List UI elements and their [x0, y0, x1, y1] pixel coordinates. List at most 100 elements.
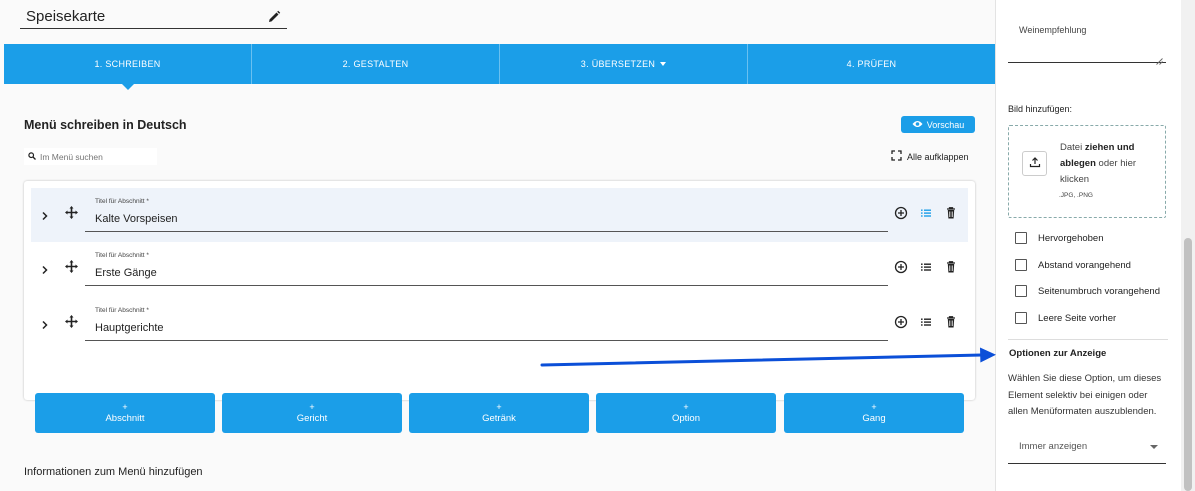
display-options-select-value: Immer anzeigen — [1019, 441, 1088, 452]
eye-icon — [912, 120, 923, 130]
preview-button[interactable]: Vorschau — [901, 116, 975, 133]
section-row: Titel für Abschnitt * Kalte Vorspeisen — [31, 188, 968, 242]
checkbox-label: Abstand vorangehend — [1038, 259, 1131, 271]
upload-button[interactable] — [1022, 151, 1047, 176]
section-title-field[interactable]: Titel für Abschnitt * Hauptgerichte — [85, 305, 888, 341]
list-icon[interactable] — [919, 315, 933, 329]
add-circle-icon[interactable] — [894, 206, 908, 220]
section-row: Titel für Abschnitt * Erste Gänge — [31, 242, 968, 296]
trash-icon[interactable] — [944, 315, 958, 329]
section-title-value: Erste Gänge — [95, 267, 157, 279]
add-option-plus: + — [683, 401, 689, 412]
menu-search — [24, 148, 157, 165]
sidebar-divider — [1008, 339, 1168, 340]
list-icon[interactable] — [919, 206, 933, 220]
editor-heading: Menü schreiben in Deutsch — [24, 118, 187, 132]
section-title-field[interactable]: Titel für Abschnitt * Erste Gänge — [85, 250, 888, 286]
chevron-right-icon[interactable] — [40, 262, 50, 275]
menu-title-field[interactable]: Speisekarte — [20, 5, 287, 29]
add-option-button[interactable]: + Option — [596, 393, 776, 433]
wine-recommendation-label: Weinempfehlung — [1019, 25, 1087, 35]
section-row: Titel für Abschnitt * Hauptgerichte — [31, 297, 968, 351]
step-navigation: 1. SCHREIBEN 2. GESTALTEN 3. ÜBERSETZEN … — [4, 44, 995, 90]
add-section-plus: + — [122, 401, 128, 412]
upload-icon — [1029, 155, 1041, 173]
dropzone-text: Datei ziehen und ablegen oder hier klick… — [1060, 140, 1160, 188]
checkbox-highlighted[interactable]: Hervorgehoben — [1015, 232, 1104, 244]
display-options-select[interactable]: Immer anzeigen — [1008, 430, 1166, 464]
tab-step-design-label: 2. GESTALTEN — [342, 59, 409, 69]
tab-step-write-label: 1. SCHREIBEN — [94, 59, 161, 69]
add-course-plus: + — [871, 401, 877, 412]
move-icon[interactable] — [64, 205, 79, 220]
section-title-label: Titel für Abschnitt * — [95, 198, 149, 205]
expand-icon — [891, 150, 902, 163]
checkbox-page-break-before[interactable]: Seitenumbruch vorangehend — [1015, 285, 1160, 297]
section-title-field[interactable]: Titel für Abschnitt * Kalte Vorspeisen — [85, 196, 888, 232]
menu-title-text: Speisekarte — [26, 8, 106, 25]
checkbox-label: Hervorgehoben — [1038, 232, 1104, 244]
add-dish-label: Gericht — [296, 412, 328, 424]
section-actions — [894, 260, 958, 274]
add-drink-button[interactable]: + Getränk — [409, 393, 589, 433]
add-circle-icon[interactable] — [894, 260, 908, 274]
expand-all-label: Alle aufklappen — [907, 151, 969, 162]
display-options-description: Wählen Sie diese Option, um dieses Eleme… — [1008, 373, 1162, 417]
tab-step-design[interactable]: 2. GESTALTEN — [252, 44, 500, 84]
tab-step-write[interactable]: 1. SCHREIBEN — [4, 44, 252, 90]
sidebar-scrollbar-thumb[interactable] — [1184, 238, 1192, 491]
checkbox-box[interactable] — [1015, 259, 1027, 271]
menu-info-heading: Informationen zum Menü hinzufügen — [24, 466, 203, 478]
dropzone-text-prefix: Datei — [1060, 142, 1085, 153]
add-dish-plus: + — [309, 401, 315, 412]
search-input[interactable] — [40, 151, 152, 162]
checkbox-box[interactable] — [1015, 285, 1027, 297]
tab-step-translate-label: 3. ÜBERSETZEN — [580, 59, 656, 69]
add-course-label: Gang — [862, 412, 886, 424]
trash-icon[interactable] — [944, 260, 958, 274]
preview-label: Vorschau — [926, 119, 965, 130]
dropzone-formats: .JPG, .PNG — [1059, 192, 1093, 199]
add-image-label: Bild hinzufügen: — [1008, 104, 1073, 114]
section-actions — [894, 206, 958, 220]
add-drink-plus: + — [496, 401, 502, 412]
move-icon[interactable] — [64, 259, 79, 274]
section-title-value: Hauptgerichte — [95, 322, 164, 334]
tab-step-review-label: 4. PRÜFEN — [846, 59, 897, 69]
checkbox-label: Leere Seite vorher — [1038, 312, 1117, 324]
tab-step-translate[interactable]: 3. ÜBERSETZEN — [500, 44, 748, 84]
trash-icon[interactable] — [944, 206, 958, 220]
image-dropzone[interactable]: Datei ziehen und ablegen oder hier klick… — [1008, 125, 1166, 218]
checkbox-box[interactable] — [1015, 232, 1027, 244]
add-section-label: Abschnitt — [105, 412, 145, 424]
checkbox-blank-page-before[interactable]: Leere Seite vorher — [1015, 312, 1116, 324]
add-drink-label: Getränk — [482, 412, 516, 424]
add-circle-icon[interactable] — [894, 315, 908, 329]
resize-grip-icon[interactable] — [1156, 52, 1163, 65]
display-options-heading: Optionen zur Anzeige — [1009, 348, 1107, 359]
add-course-button[interactable]: + Gang — [784, 393, 964, 433]
chevron-right-icon[interactable] — [40, 317, 50, 330]
tab-step-review[interactable]: 4. PRÜFEN — [748, 44, 995, 84]
expand-all-button[interactable]: Alle aufklappen — [891, 150, 969, 163]
checkbox-label: Seitenumbruch vorangehend — [1038, 285, 1161, 297]
caret-down-icon — [1150, 445, 1158, 449]
list-icon[interactable] — [919, 260, 933, 274]
search-icon — [28, 151, 36, 162]
section-actions — [894, 315, 958, 329]
caret-down-icon — [660, 62, 667, 66]
move-icon[interactable] — [64, 314, 79, 329]
checkbox-spacing-before[interactable]: Abstand vorangehend — [1015, 259, 1131, 271]
section-title-label: Titel für Abschnitt * — [95, 252, 149, 259]
add-option-label: Option — [672, 412, 700, 424]
section-title-label: Titel für Abschnitt * — [95, 307, 149, 314]
section-title-value: Kalte Vorspeisen — [95, 213, 178, 225]
add-section-button[interactable]: + Abschnitt — [35, 393, 215, 433]
editor-main: Speisekarte 1. SCHREIBEN 2. GESTALTEN 3.… — [0, 0, 995, 491]
wine-recommendation-field[interactable]: Weinempfehlung — [1008, 17, 1166, 65]
checkbox-box[interactable] — [1015, 312, 1027, 324]
chevron-right-icon[interactable] — [40, 208, 50, 221]
sections-list: Titel für Abschnitt * Kalte Vorspeisen T… — [24, 181, 975, 400]
add-dish-button[interactable]: + Gericht — [222, 393, 402, 433]
pencil-icon[interactable] — [267, 10, 281, 24]
